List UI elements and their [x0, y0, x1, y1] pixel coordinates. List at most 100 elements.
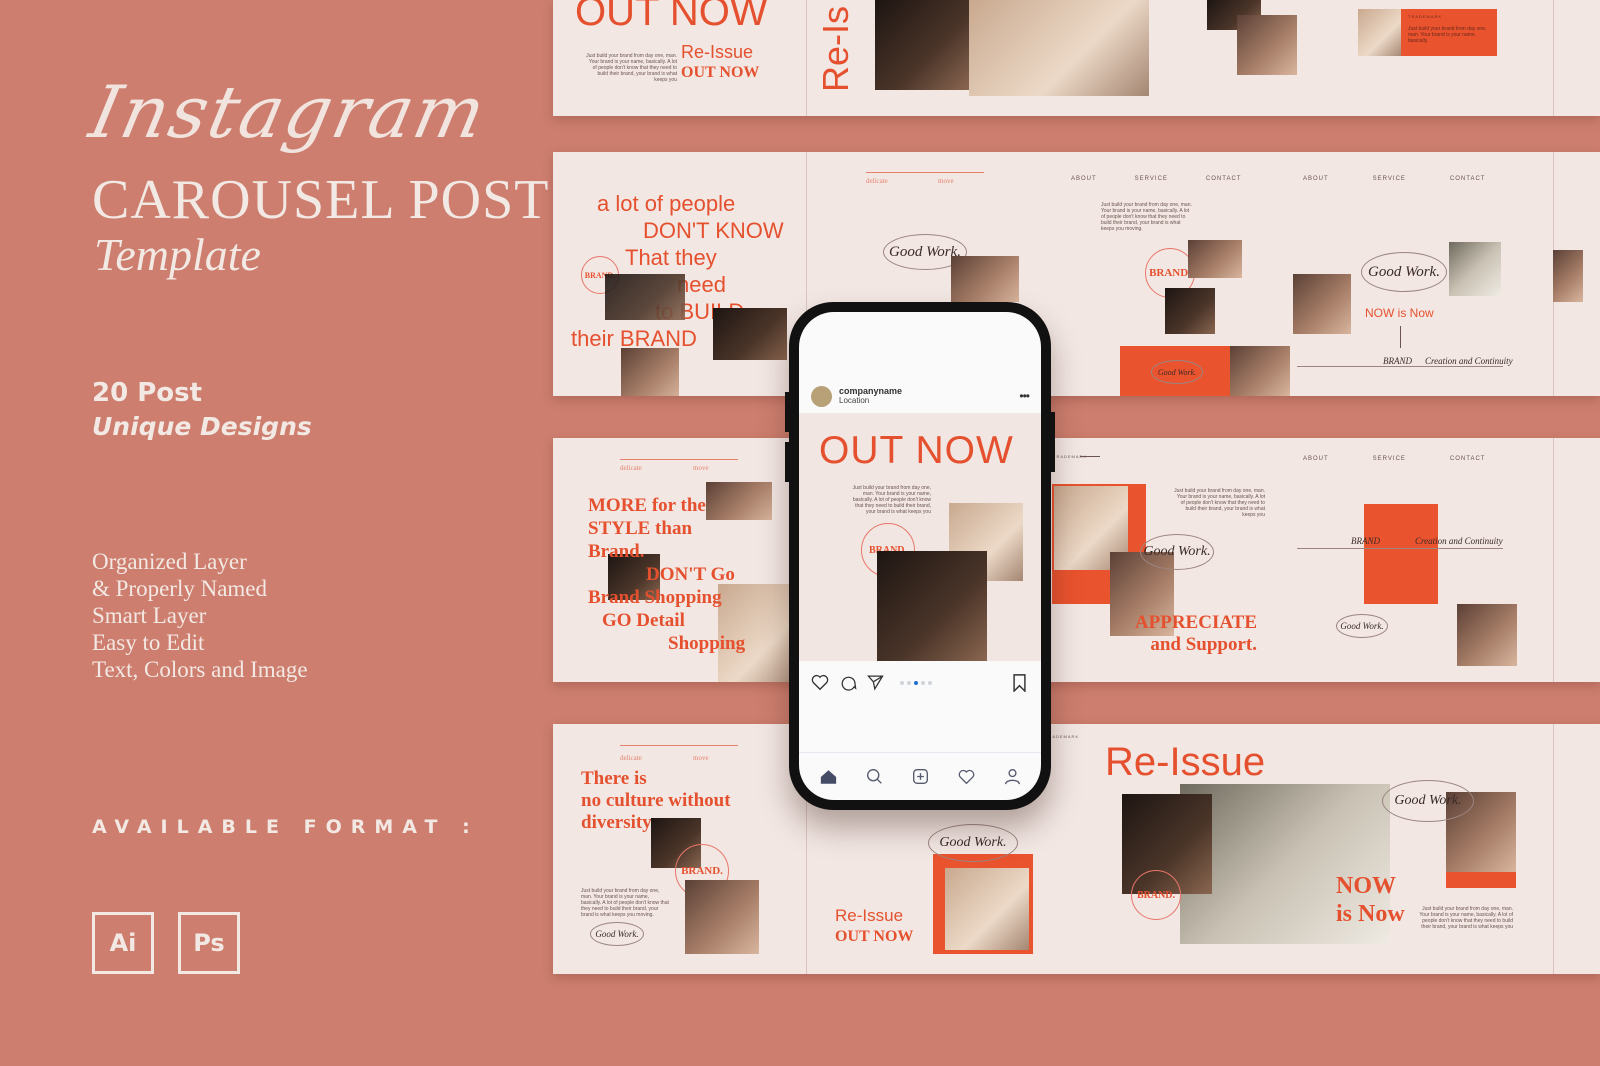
creation-label: Creation and Continuity — [1425, 356, 1513, 366]
carousel-row-2: a lot of people DON'T KNOW That they nee… — [553, 152, 1600, 396]
main-title: CAROUSEL POST — [92, 169, 550, 231]
headline-line: Brand Shopping — [588, 587, 722, 608]
good-work-badge: Good Work. — [1382, 780, 1474, 822]
photo — [685, 880, 759, 954]
carousel-row-3: delicate move MORE for the STYLE than Br… — [553, 438, 1600, 682]
photo — [1188, 240, 1242, 278]
carousel-dot-active[interactable] — [914, 681, 918, 685]
post-image[interactable]: OUT NOW Just build your brand from day o… — [799, 413, 1041, 661]
body-copy: Just build your brand from day one, man.… — [581, 888, 669, 918]
delicate-label: delicate — [620, 464, 642, 472]
add-post-icon[interactable] — [912, 768, 929, 785]
carousel-row-1: OUT NOW Just build your brand from day o… — [553, 0, 1600, 116]
feature-item: Easy to Edit — [92, 630, 205, 655]
photo — [621, 348, 679, 396]
more-options-icon[interactable]: ••• — [1019, 389, 1030, 403]
headline-line: MORE for the — [588, 495, 706, 516]
bottom-tab-bar — [799, 752, 1041, 800]
nav-bar: ABOUT SERVICE CONTACT — [1071, 176, 1241, 182]
profile-icon[interactable] — [1004, 768, 1021, 785]
re-issue-label: Re-Issue — [681, 42, 754, 62]
body-copy: Just build your brand from day one, man.… — [1419, 906, 1513, 930]
brand-word: BRAND — [1351, 536, 1380, 546]
headline-line: DON'T Go — [646, 564, 735, 585]
headline-line: no culture without — [581, 790, 731, 811]
re-issue-heading: Re-Issue — [1105, 740, 1266, 784]
delicate-label: delicate — [866, 177, 888, 185]
comment-icon[interactable] — [840, 674, 857, 691]
feature-item: Text, Colors and Image — [92, 657, 308, 682]
photo — [1553, 250, 1583, 302]
photo — [1237, 15, 1297, 75]
photo — [945, 868, 1029, 950]
bookmark-icon[interactable] — [1012, 674, 1027, 692]
carousel-dot[interactable] — [928, 681, 932, 685]
carousel-dot[interactable] — [921, 681, 925, 685]
post-header: companyname Location ••• — [811, 384, 1030, 408]
nav-about[interactable]: ABOUT — [1071, 176, 1097, 182]
photo — [877, 551, 987, 661]
post-count: 20 Post — [92, 378, 203, 408]
avatar[interactable] — [811, 385, 832, 407]
phone-mockup: companyname Location ••• OUT NOW Just bu… — [785, 302, 1055, 810]
appreciate-heading: APPRECIATE and Support. — [1121, 612, 1257, 656]
body-copy: Just build your brand from day one, man.… — [852, 485, 931, 515]
headline-line: GO Detail — [602, 610, 685, 631]
move-label: move — [693, 464, 709, 472]
home-icon[interactable] — [820, 769, 837, 785]
trademark-label: TRADEMARK — [1408, 14, 1443, 19]
photo — [605, 274, 685, 320]
nav-service[interactable]: SERVICE — [1373, 456, 1406, 462]
search-icon[interactable] — [866, 768, 883, 785]
good-work-badge: Good Work. — [1361, 252, 1447, 292]
nav-bar: ABOUT SERVICE CONTACT — [1303, 456, 1485, 462]
photo — [1449, 242, 1501, 296]
location[interactable]: Location — [839, 396, 902, 406]
photo — [1293, 274, 1351, 334]
photo — [1165, 288, 1215, 334]
photo — [951, 256, 1019, 302]
photo — [969, 0, 1149, 96]
headline-line: DON'T KNOW — [643, 218, 784, 243]
good-work-badge: Good Work. — [1151, 360, 1203, 384]
appreciate-line: APPRECIATE — [1134, 612, 1257, 633]
move-label: move — [938, 177, 954, 185]
photo — [875, 0, 969, 90]
body-copy: Just build your brand from day one, man.… — [586, 53, 677, 83]
nav-about[interactable]: ABOUT — [1303, 176, 1329, 182]
headline-line: That they — [625, 245, 717, 270]
now-is-now: NOW is Now — [1365, 306, 1434, 320]
illustrator-icon: Ai — [92, 912, 154, 974]
nav-service[interactable]: SERVICE — [1135, 176, 1168, 182]
feature-list: Organized Layer & Properly Named Smart L… — [92, 548, 308, 683]
headline-line: Shopping — [668, 633, 746, 654]
body-copy: Just build your brand from day one, man.… — [1408, 26, 1487, 44]
delicate-label: delicate — [620, 754, 642, 762]
photo — [1457, 604, 1517, 666]
subtitle: Template — [94, 229, 261, 280]
format-label: Ai — [109, 929, 137, 957]
headline-line: a lot of people — [597, 191, 736, 216]
carousel-dot[interactable] — [900, 681, 904, 685]
now-line: NOW — [1336, 873, 1396, 899]
nav-contact[interactable]: CONTACT — [1450, 456, 1486, 462]
carousel-dot[interactable] — [907, 681, 911, 685]
support-line: and Support. — [1150, 634, 1257, 655]
nav-about[interactable]: ABOUT — [1303, 456, 1329, 462]
nav-service[interactable]: SERVICE — [1373, 176, 1406, 182]
nav-contact[interactable]: CONTACT — [1206, 176, 1242, 182]
username[interactable]: companyname — [839, 386, 902, 396]
body-copy: Just build your brand from day one, man.… — [1101, 202, 1192, 232]
out-now-label: OUT NOW — [835, 928, 914, 945]
headline-line: STYLE than — [588, 518, 693, 539]
nav-bar: ABOUT SERVICE CONTACT — [1303, 176, 1485, 182]
nav-contact[interactable]: CONTACT — [1450, 176, 1486, 182]
share-icon[interactable] — [867, 674, 884, 691]
photo — [713, 308, 787, 360]
heart-icon[interactable] — [811, 674, 829, 691]
good-work-badge: Good Work. — [1140, 534, 1214, 570]
out-now-label: OUT NOW — [681, 64, 760, 81]
trademark-card: TRADEMARK Just build your brand from day… — [1401, 9, 1497, 56]
re-issue-label: Re-Issue — [835, 906, 904, 925]
heart-icon[interactable] — [958, 769, 975, 785]
